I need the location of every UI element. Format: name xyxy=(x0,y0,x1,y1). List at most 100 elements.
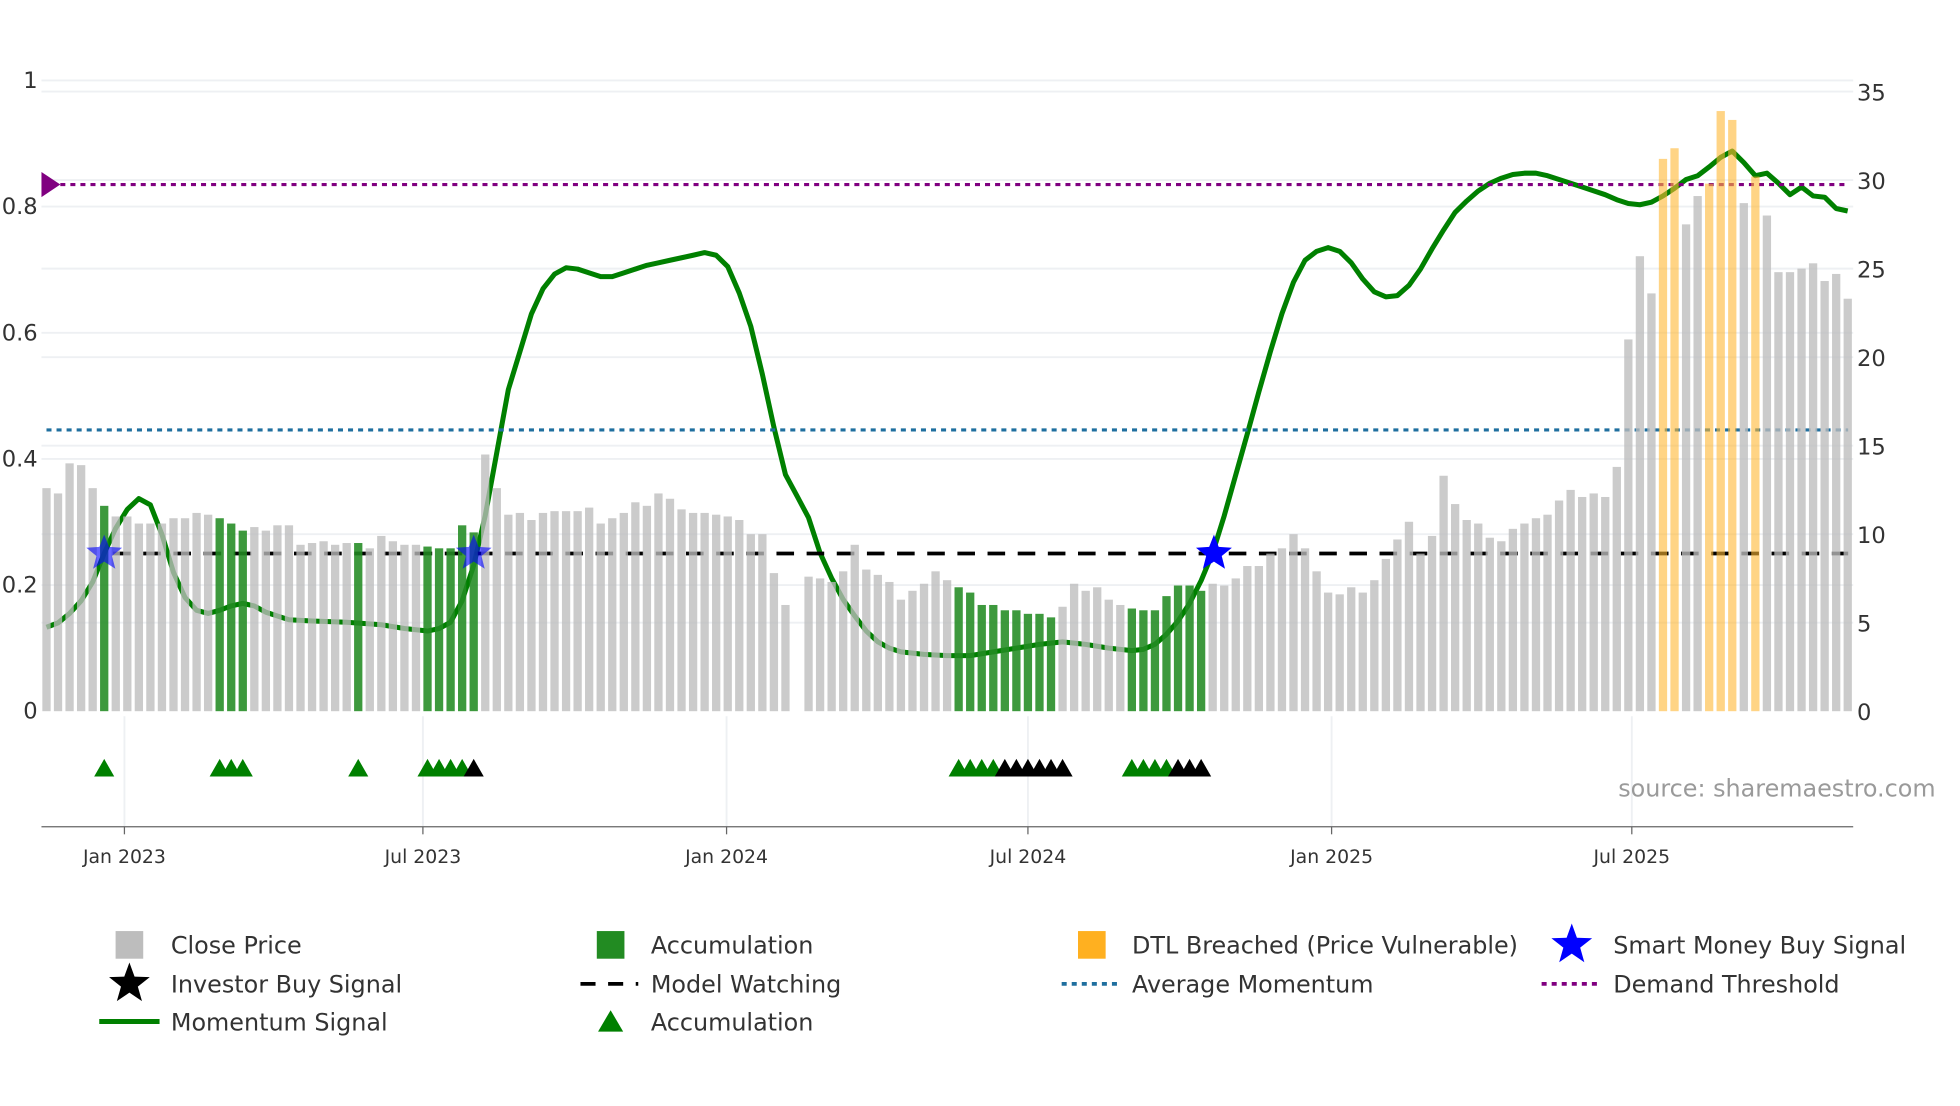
right-tick-label: 30 xyxy=(1857,169,1886,195)
close-price-bar xyxy=(1069,583,1079,712)
left-tick-label: 0.8 xyxy=(2,194,38,220)
legend-label: Close Price xyxy=(171,932,302,960)
close-price-bar xyxy=(758,534,767,712)
close-price-bar xyxy=(157,523,167,712)
close-price-bar xyxy=(1208,583,1217,712)
close-price-bar xyxy=(942,580,952,712)
x-tick-label: Jan 2025 xyxy=(1289,847,1373,868)
close-price-bar xyxy=(815,578,825,712)
close-price-bar xyxy=(1300,548,1310,712)
close-price-bar xyxy=(1531,518,1541,712)
close-price-bar xyxy=(862,569,871,712)
close-price-bar xyxy=(203,514,213,712)
close-price-bar xyxy=(504,514,513,712)
close-price-bar xyxy=(1543,514,1552,712)
accumulation-bar xyxy=(1035,613,1044,712)
close-price-bar xyxy=(885,581,894,712)
close-price-bar xyxy=(1693,196,1702,712)
close-price-bar xyxy=(1243,566,1252,712)
right-tick-label: 10 xyxy=(1857,523,1886,549)
close-price-bar xyxy=(76,465,86,712)
axes: 00.20.40.60.8105101520253035Jan 2023 Jul … xyxy=(2,68,1886,868)
close-price-bar xyxy=(1589,493,1598,712)
close-price-bar xyxy=(596,523,605,712)
momentum-series xyxy=(45,148,1849,659)
accumulation-bar xyxy=(1139,610,1148,712)
close-price-bar xyxy=(1808,263,1818,712)
close-price-bar xyxy=(134,523,144,712)
black-star-icon xyxy=(109,962,150,1002)
close-price-bar xyxy=(53,493,63,712)
close-price-bar xyxy=(1312,571,1321,712)
accumulation-triangle xyxy=(94,758,115,777)
close-price-bar xyxy=(1347,587,1356,712)
close-price-bar xyxy=(1635,256,1645,712)
dtl-breached-bar xyxy=(1716,111,1725,712)
right-tick-label: 0 xyxy=(1857,700,1871,726)
x-tick-label: Jul 2023 xyxy=(384,847,462,868)
close-price-bar xyxy=(342,543,351,712)
accumulation-bar xyxy=(1023,613,1033,712)
dtl-breached-bar xyxy=(1728,119,1737,712)
close-price-bar xyxy=(619,512,628,712)
blue-star-icon xyxy=(1551,923,1593,963)
close-price-bar xyxy=(665,498,675,712)
right-tick-label: 35 xyxy=(1857,80,1886,106)
accumulation-bar xyxy=(238,530,247,712)
accumulation-bar xyxy=(1173,585,1183,712)
close-price-bar xyxy=(1404,521,1414,712)
close-price-bar xyxy=(1774,272,1783,712)
accumulation-bar xyxy=(446,548,455,712)
source-label: source: sharemaestro.com xyxy=(1618,775,1935,803)
close-price-bar xyxy=(42,488,51,712)
gray-square-icon xyxy=(115,931,144,959)
close-price-bar xyxy=(1843,298,1852,712)
close-price-bar xyxy=(1785,272,1795,712)
close-price-bar xyxy=(88,488,97,712)
close-price-bar xyxy=(712,514,721,712)
close-price-bar xyxy=(1485,537,1494,712)
close-price-bar xyxy=(1254,566,1264,712)
close-price-bar xyxy=(873,574,882,712)
x-tick-label: Jan 2023 xyxy=(82,847,166,868)
close-price-bar xyxy=(1427,535,1437,712)
close-price-bar xyxy=(608,518,617,712)
close-price-bar xyxy=(561,511,571,712)
close-price-bar xyxy=(515,512,525,712)
close-price-bar xyxy=(919,583,929,712)
close-price-bar xyxy=(1093,587,1102,712)
accumulation-bar xyxy=(227,523,236,712)
close-price-bar xyxy=(1370,580,1379,712)
close-price-bar xyxy=(1566,489,1575,712)
close-price-bar xyxy=(1739,203,1748,712)
close-price-bar xyxy=(492,488,501,712)
close-price-bar xyxy=(1289,534,1298,712)
legend-label: DTL Breached (Price Vulnerable) xyxy=(1132,932,1518,960)
close-price-bar xyxy=(481,454,490,712)
close-price-bar xyxy=(585,507,594,712)
close-price-bar xyxy=(1624,339,1633,712)
close-price-bar xyxy=(284,525,294,712)
close-price-bar xyxy=(1762,215,1772,712)
accumulation-bar xyxy=(354,543,363,712)
accumulation-bar xyxy=(966,592,975,712)
x-tick-label: Jan 2024 xyxy=(684,847,768,868)
accumulation-bar xyxy=(1162,596,1171,712)
orange-square-icon xyxy=(1078,931,1106,959)
signal-triangles xyxy=(94,758,1212,777)
close-price-bar xyxy=(1554,500,1564,712)
close-price-bar xyxy=(804,576,813,712)
close-price-bar xyxy=(1820,281,1829,712)
left-tick-label: 0.6 xyxy=(2,320,38,346)
accumulation-bar xyxy=(1185,585,1194,712)
close-price-bar xyxy=(1335,594,1344,712)
dtl-breached-bar xyxy=(1670,148,1679,712)
close-price-bar xyxy=(365,548,374,712)
right-tick-label: 15 xyxy=(1857,434,1886,460)
close-price-bar xyxy=(1497,541,1506,712)
close-price-bar xyxy=(1520,523,1529,712)
close-price-bar xyxy=(1578,496,1587,712)
close-price-bar xyxy=(123,516,132,712)
demand-threshold-marker xyxy=(41,171,61,198)
close-price-bar xyxy=(169,518,178,712)
